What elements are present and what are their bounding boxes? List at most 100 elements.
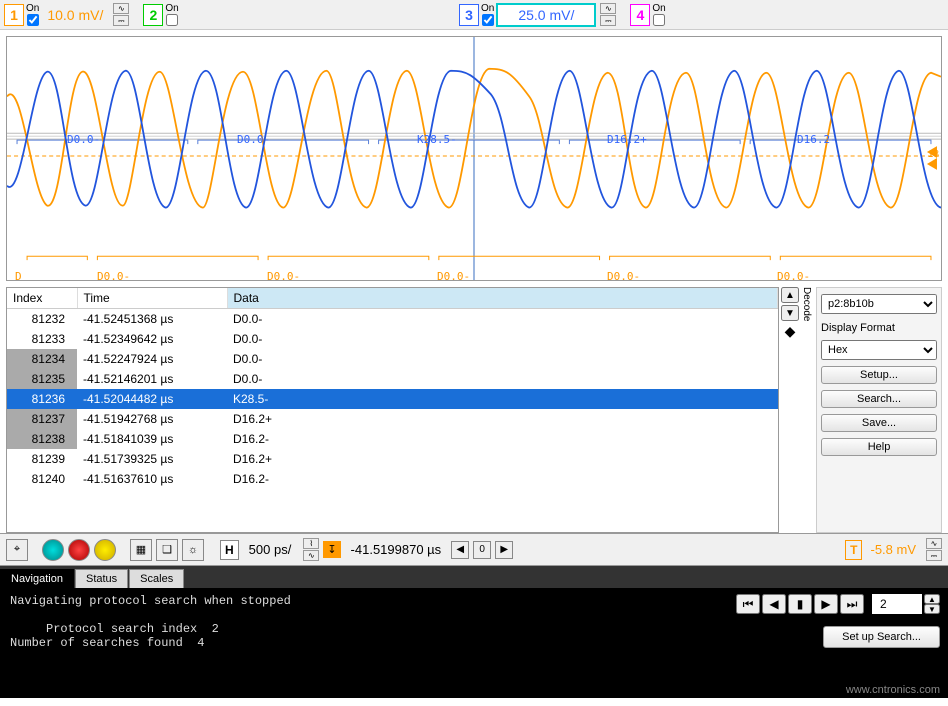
- dc-icon: ⎓: [600, 15, 616, 26]
- decode-side-label: Decode: [801, 287, 812, 533]
- cell-data: D0.0-: [227, 309, 778, 330]
- timebase-value[interactable]: 500 ps/: [243, 542, 298, 557]
- help-button[interactable]: Help: [821, 438, 937, 456]
- table-row[interactable]: 81235-41.52146201 µsD0.0-: [7, 369, 778, 389]
- cell-data: D16.2+: [227, 409, 778, 429]
- channel-1-button[interactable]: 1: [4, 4, 24, 26]
- decode-panel: p2:8b10b Display Format Hex Setup... Sea…: [816, 287, 942, 533]
- trigger-indicator[interactable]: T: [845, 540, 862, 560]
- watermark: www.cntronics.com: [846, 684, 940, 696]
- channel-3-scale[interactable]: 25.0 mV/: [496, 3, 596, 27]
- tab-status[interactable]: Status: [75, 569, 128, 588]
- tab-navigation[interactable]: Navigation: [0, 569, 74, 588]
- channel-3-checkbox[interactable]: [482, 14, 494, 26]
- search-index-input[interactable]: 2: [872, 594, 922, 614]
- dc-icon: ⎓: [113, 15, 129, 26]
- col-data[interactable]: Data: [227, 288, 778, 309]
- table-row[interactable]: 81238-41.51841039 µsD16.2-: [7, 429, 778, 449]
- channel-3-button[interactable]: 3: [459, 4, 479, 26]
- delay-right-button[interactable]: ▶: [495, 541, 513, 559]
- brightness-icon[interactable]: ☼: [182, 539, 204, 561]
- cell-time: -41.51841039 µs: [77, 429, 227, 449]
- channel-toolbar: 1 On 10.0 mV/ ∿⎓ 2 On 3 On 25.0 mV/ ∿⎓ 4…: [0, 0, 948, 30]
- ac-icon: ∿: [600, 3, 616, 14]
- setup-button[interactable]: Setup...: [821, 366, 937, 384]
- cell-time: -41.51739325 µs: [77, 449, 227, 469]
- trigger-value[interactable]: -5.8 mV: [866, 542, 920, 557]
- stop-button[interactable]: [68, 539, 90, 561]
- cell-data: D16.2-: [227, 469, 778, 489]
- cell-time: -41.52451368 µs: [77, 309, 227, 330]
- terminal-line1: Navigating protocol search when stopped: [10, 594, 291, 608]
- horizontal-indicator[interactable]: H: [220, 540, 239, 560]
- table-row[interactable]: 81234-41.52247924 µsD0.0-: [7, 349, 778, 369]
- search-button[interactable]: Search...: [821, 390, 937, 408]
- terminal-line2: Protocol search index 2: [10, 622, 219, 636]
- bottom-toolbar: ⌖ ▦ ❑ ☼ H 500 ps/ ⌇∿ ↧ -41.5199870 µs ◀ …: [0, 533, 948, 566]
- decode-table-area: Index Time Data 81232-41.52451368 µsD0.0…: [6, 287, 942, 533]
- cell-time: -41.51637610 µs: [77, 469, 227, 489]
- decode-table[interactable]: Index Time Data 81232-41.52451368 µsD0.0…: [6, 287, 779, 533]
- spinner-up[interactable]: ▲: [924, 594, 940, 604]
- save-button[interactable]: Save...: [821, 414, 937, 432]
- table-row[interactable]: 81240-41.51637610 µsD16.2-: [7, 469, 778, 489]
- channel-4-button[interactable]: 4: [630, 4, 650, 26]
- cursor-icon[interactable]: ⌖: [6, 539, 28, 561]
- col-index[interactable]: Index: [7, 288, 77, 309]
- channel-3-coupling[interactable]: ∿⎓: [600, 3, 616, 26]
- delay-value[interactable]: -41.5199870 µs: [345, 542, 448, 557]
- search-nav-controls: ⏮ ◀ ▮ ▶ ⏭ 2 ▲▼: [736, 594, 940, 614]
- channel-1-checkbox[interactable]: [27, 14, 39, 26]
- channel-2-on: On: [165, 3, 178, 26]
- nav-stop-button[interactable]: ▮: [788, 594, 812, 614]
- delay-zero-button[interactable]: 0: [473, 541, 491, 559]
- trigger-mode-icons[interactable]: ∿⎓: [926, 538, 942, 561]
- setup-search-button[interactable]: Set up Search...: [823, 626, 940, 648]
- nav-next-button[interactable]: ▶: [814, 594, 838, 614]
- tab-scales[interactable]: Scales: [129, 569, 184, 588]
- table-row[interactable]: 81233-41.52349642 µsD0.0-: [7, 329, 778, 349]
- spinner-down[interactable]: ▼: [924, 604, 940, 614]
- run-button[interactable]: [42, 539, 64, 561]
- waveform-display[interactable]: D0.0- D0.0- K28.5- D16.2+ D16.2- D D0.0-…: [6, 36, 942, 281]
- channel-1-on: On: [26, 3, 39, 26]
- channel-2-button[interactable]: 2: [143, 4, 163, 26]
- table-row[interactable]: 81237-41.51942768 µsD16.2+: [7, 409, 778, 429]
- table-row[interactable]: 81236-41.52044482 µsK28.5-: [7, 389, 778, 409]
- table-row[interactable]: 81239-41.51739325 µsD16.2+: [7, 449, 778, 469]
- channel-3-group: 3 On 25.0 mV/ ∿⎓: [459, 3, 616, 27]
- row-up-button[interactable]: ▲: [781, 287, 799, 303]
- bottom-tabs: Navigation Status Scales: [0, 566, 948, 588]
- trigger-marker-icon[interactable]: ↧: [323, 541, 340, 558]
- cell-index: 81239: [7, 449, 77, 469]
- delay-left-button[interactable]: ◀: [451, 541, 469, 559]
- nav-last-button[interactable]: ⏭: [840, 594, 864, 614]
- nav-first-button[interactable]: ⏮: [736, 594, 760, 614]
- timebase-mode-icons[interactable]: ⌇∿: [303, 538, 319, 561]
- cell-index: 81236: [7, 389, 77, 409]
- channel-4-checkbox[interactable]: [653, 14, 665, 26]
- channel-1-scale[interactable]: 10.0 mV/: [41, 7, 109, 23]
- single-button[interactable]: [94, 539, 116, 561]
- cell-time: -41.52146201 µs: [77, 369, 227, 389]
- row-down-button[interactable]: ▼: [781, 305, 799, 321]
- channel-4-on: On: [652, 3, 665, 26]
- cell-data: D16.2-: [227, 429, 778, 449]
- col-time[interactable]: Time: [77, 288, 227, 309]
- autoscale-icon[interactable]: ▦: [130, 539, 152, 561]
- layers-icon[interactable]: ❑: [156, 539, 178, 561]
- channel-1-group: 1 On 10.0 mV/ ∿⎓: [4, 3, 129, 26]
- collapse-icon[interactable]: ◆: [785, 323, 796, 340]
- cell-index: 81237: [7, 409, 77, 429]
- protocol-select[interactable]: p2:8b10b: [821, 294, 937, 314]
- terminal-panel: Navigating protocol search when stopped …: [0, 588, 948, 698]
- channel-3-on: On: [481, 3, 494, 26]
- nav-prev-button[interactable]: ◀: [762, 594, 786, 614]
- display-format-select[interactable]: Hex: [821, 340, 937, 360]
- table-row[interactable]: 81232-41.52451368 µsD0.0-: [7, 309, 778, 330]
- cell-time: -41.52044482 µs: [77, 389, 227, 409]
- channel-1-coupling[interactable]: ∿⎓: [113, 3, 129, 26]
- cell-time: -41.51942768 µs: [77, 409, 227, 429]
- channel-2-checkbox[interactable]: [166, 14, 178, 26]
- marker-right: 13: [928, 149, 939, 160]
